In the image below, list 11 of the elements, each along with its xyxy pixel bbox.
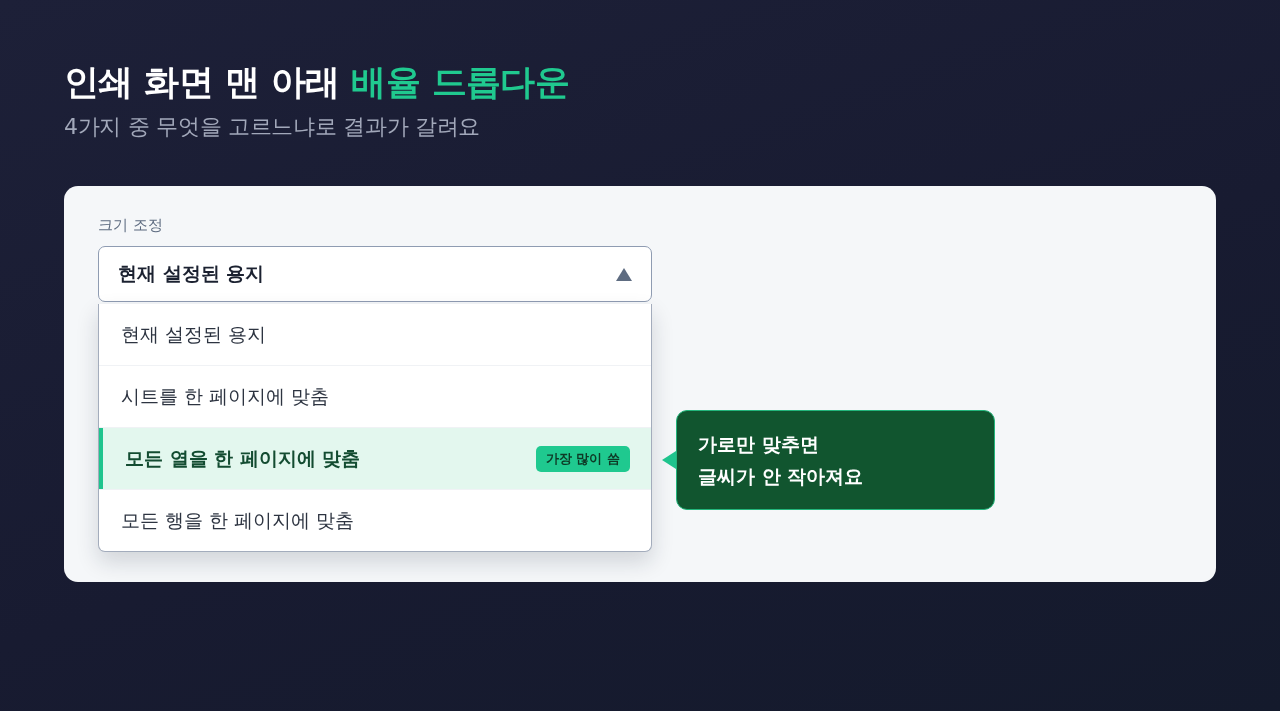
pointer-arrow-icon (662, 451, 676, 469)
page-subtitle: 4가지 중 무엇을 고르느냐로 결과가 갈려요 (64, 113, 481, 141)
callout-text: 가로만 맞추면 글씨가 안 작아져요 (698, 432, 865, 489)
option-label: 모든 열을 한 페이지에 맞춤 (125, 445, 361, 471)
popular-tag: 가장 많이 씀 (535, 445, 630, 472)
field-label: 크기 조정 (98, 215, 163, 235)
dropdown-option[interactable]: 현재 설정된 용지 (99, 304, 651, 366)
dropdown-option[interactable]: 모든 열을 한 페이지에 맞춤 가장 많이 씀 (99, 428, 651, 490)
dropdown-option[interactable]: 모든 행을 한 페이지에 맞춤 (99, 490, 651, 551)
page-title: 인쇄 화면 맨 아래 배율 드롭다운 (64, 61, 570, 104)
size-dropdown[interactable]: 현재 설정된 용지 (98, 246, 652, 302)
